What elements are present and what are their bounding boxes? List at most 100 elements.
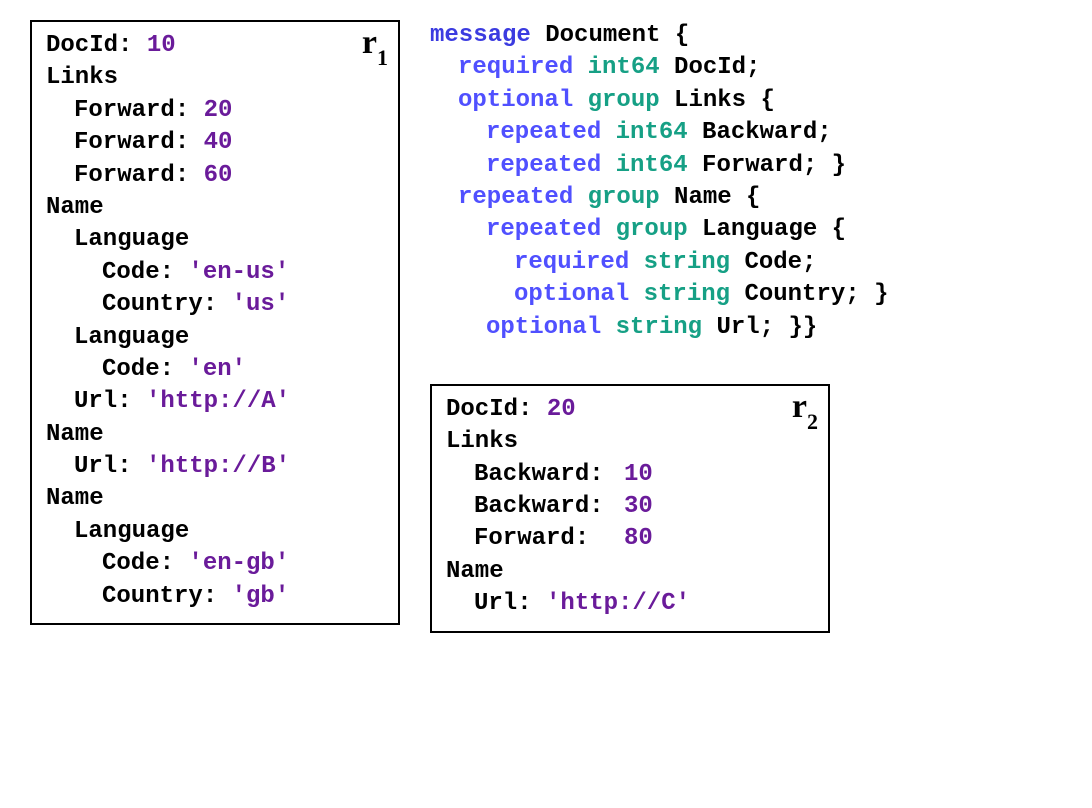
code-line: Backward: 30: [446, 491, 814, 523]
code-line: Forward: 20: [46, 95, 384, 127]
code-token: 10: [624, 461, 653, 488]
code-token: repeated: [486, 119, 601, 146]
code-token: group: [588, 87, 660, 114]
code-line: Forward: 40: [46, 127, 384, 159]
code-token: [601, 216, 615, 243]
code-token: Url:: [474, 590, 546, 617]
code-token: int64: [616, 152, 688, 179]
code-token: 'en-us': [188, 259, 289, 286]
code-token: Country:: [102, 583, 232, 610]
code-token: DocId:: [46, 32, 147, 59]
code-token: Language: [74, 324, 189, 351]
record-r2-box: r2 DocId: 20LinksBackward: 10Backward: 3…: [430, 384, 830, 633]
code-token: Forward; }: [688, 152, 846, 179]
record-label-sub: 1: [377, 45, 388, 70]
code-token: message: [430, 22, 531, 49]
code-line: repeated int64 Backward;: [430, 117, 1062, 149]
code-token: optional: [514, 281, 629, 308]
code-token: Forward:: [474, 523, 624, 555]
code-token: DocId:: [446, 396, 547, 423]
code-token: [629, 281, 643, 308]
code-token: Code:: [102, 356, 188, 383]
code-line: Url: 'http://A': [46, 386, 384, 418]
code-token: Url:: [74, 388, 146, 415]
code-token: [573, 54, 587, 81]
code-line: DocId: 10: [46, 30, 384, 62]
code-token: 'http://C': [546, 590, 690, 617]
code-line: repeated group Language {: [430, 214, 1062, 246]
code-line: Url: 'http://C': [446, 588, 814, 620]
code-token: Code:: [102, 550, 188, 577]
record-label-base: r: [792, 388, 807, 425]
code-line: Name: [446, 556, 814, 588]
code-line: Code: 'en': [46, 354, 384, 386]
code-token: Name {: [660, 184, 761, 211]
code-token: required: [514, 249, 629, 276]
code-line: Language: [46, 224, 384, 256]
code-token: [601, 119, 615, 146]
code-token: Url:: [74, 453, 146, 480]
code-line: repeated int64 Forward; }: [430, 150, 1062, 182]
code-line: Name: [46, 483, 384, 515]
code-token: 10: [147, 32, 176, 59]
code-token: 20: [204, 97, 233, 124]
code-token: 'gb': [232, 583, 290, 610]
code-token: string: [616, 314, 702, 341]
code-token: Links: [46, 64, 118, 91]
code-line: Name: [46, 419, 384, 451]
code-token: string: [644, 249, 730, 276]
code-token: Language: [74, 226, 189, 253]
code-token: Forward:: [74, 129, 204, 156]
code-line: Country: 'us': [46, 289, 384, 321]
code-line: Code: 'en-us': [46, 257, 384, 289]
code-line: message Document {: [430, 20, 1062, 52]
code-token: Name: [46, 194, 104, 221]
code-token: [573, 87, 587, 114]
code-token: 60: [204, 162, 233, 189]
code-line: optional string Url; }}: [430, 312, 1062, 344]
schema-definition: message Document {required int64 DocId;o…: [430, 20, 1062, 344]
code-token: 20: [547, 396, 576, 423]
record-r1-box: r1 DocId: 10LinksForward: 20Forward: 40F…: [30, 20, 400, 625]
code-token: repeated: [458, 184, 573, 211]
code-line: Country: 'gb': [46, 581, 384, 613]
code-token: Url; }}: [702, 314, 817, 341]
code-token: Document {: [531, 22, 689, 49]
code-line: Language: [46, 322, 384, 354]
diagram-layout: r1 DocId: 10LinksForward: 20Forward: 40F…: [30, 20, 1062, 653]
code-line: Forward: 80: [446, 523, 814, 555]
code-token: Code;: [730, 249, 816, 276]
code-token: Name: [46, 421, 104, 448]
code-token: 'us': [232, 291, 290, 318]
code-token: [601, 314, 615, 341]
code-token: [573, 184, 587, 211]
code-line: Language: [46, 516, 384, 548]
code-token: Country:: [102, 291, 232, 318]
code-token: Language: [74, 518, 189, 545]
code-token: 'http://B': [146, 453, 290, 480]
right-column: message Document {required int64 DocId;o…: [430, 20, 1062, 653]
code-token: Backward:: [474, 459, 624, 491]
record-r2-content: DocId: 20LinksBackward: 10Backward: 30Fo…: [446, 394, 814, 621]
code-line: DocId: 20: [446, 394, 814, 426]
code-line: required int64 DocId;: [430, 52, 1062, 84]
code-line: optional string Country; }: [430, 279, 1062, 311]
code-token: group: [616, 216, 688, 243]
code-token: int64: [588, 54, 660, 81]
code-token: 'en-gb': [188, 550, 289, 577]
code-token: int64: [616, 119, 688, 146]
code-token: 30: [624, 493, 653, 520]
code-line: Backward: 10: [446, 459, 814, 491]
code-line: Links: [446, 426, 814, 458]
record-r2-label: r2: [792, 388, 818, 431]
code-token: required: [458, 54, 573, 81]
code-token: 'http://A': [146, 388, 290, 415]
code-token: string: [644, 281, 730, 308]
code-token: Name: [46, 485, 104, 512]
code-token: Backward:: [474, 491, 624, 523]
code-line: required string Code;: [430, 247, 1062, 279]
record-r1-content: DocId: 10LinksForward: 20Forward: 40Forw…: [46, 30, 384, 613]
schema-content: message Document {required int64 DocId;o…: [430, 20, 1062, 344]
code-token: Backward;: [688, 119, 832, 146]
code-line: repeated group Name {: [430, 182, 1062, 214]
